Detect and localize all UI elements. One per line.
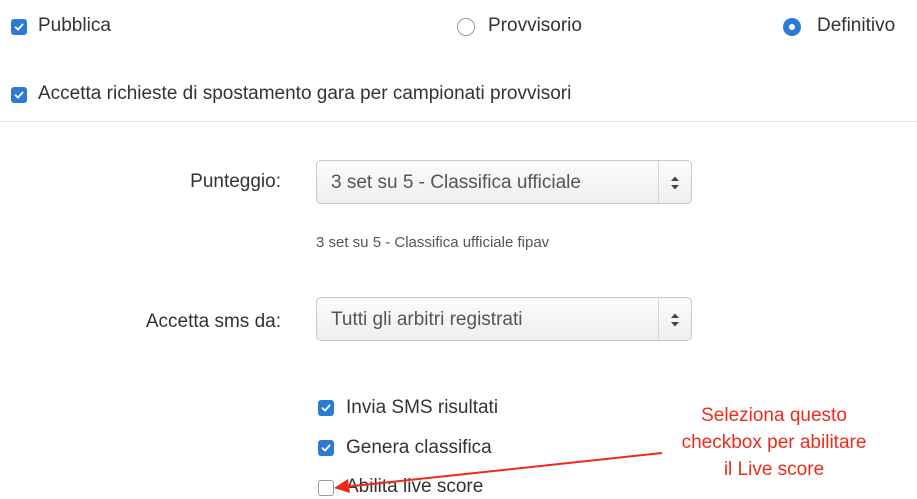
send-sms-results-checkbox[interactable] <box>318 400 334 416</box>
publish-checkbox[interactable] <box>11 19 27 35</box>
annotation-line-3: il Live score <box>723 459 825 480</box>
publish-label: Pubblica <box>38 15 111 36</box>
sms-label: Accetta sms da: <box>145 311 281 332</box>
sms-select[interactable]: Tutti gli arbitri registrati <box>316 297 692 341</box>
annotation-text: Seleziona questo checkbox per abilitare … <box>648 402 900 483</box>
check-icon <box>14 91 24 99</box>
check-icon <box>14 23 24 31</box>
accept-requests-checkbox[interactable] <box>11 87 27 103</box>
annotation-line-1: Seleziona questo <box>701 405 847 426</box>
sms-select-value: Tutti gli arbitri registrati <box>331 309 523 330</box>
divider <box>0 121 917 122</box>
score-hint: 3 set su 5 - Classifica ufficiale fipav <box>316 234 550 251</box>
score-select-value: 3 set su 5 - Classifica ufficiale <box>331 172 581 193</box>
select-arrows-icon <box>671 313 679 327</box>
radio-provvisorio-label: Provvisorio <box>488 15 582 36</box>
score-select[interactable]: 3 set su 5 - Classifica ufficiale <box>316 160 692 204</box>
score-label: Punteggio: <box>190 171 281 192</box>
send-sms-results-label: Invia SMS risultati <box>346 397 499 418</box>
select-arrows-icon <box>671 176 679 190</box>
accept-requests-label: Accetta richieste di spostamento gara pe… <box>38 83 572 104</box>
radio-provvisorio[interactable] <box>457 18 475 36</box>
check-icon <box>321 404 331 412</box>
annotation-line-2: checkbox per abilitare <box>681 432 867 453</box>
annotation-arrow-icon <box>334 452 663 493</box>
radio-definitivo-label: Definitivo <box>817 15 896 36</box>
radio-definitivo[interactable] <box>783 18 801 36</box>
